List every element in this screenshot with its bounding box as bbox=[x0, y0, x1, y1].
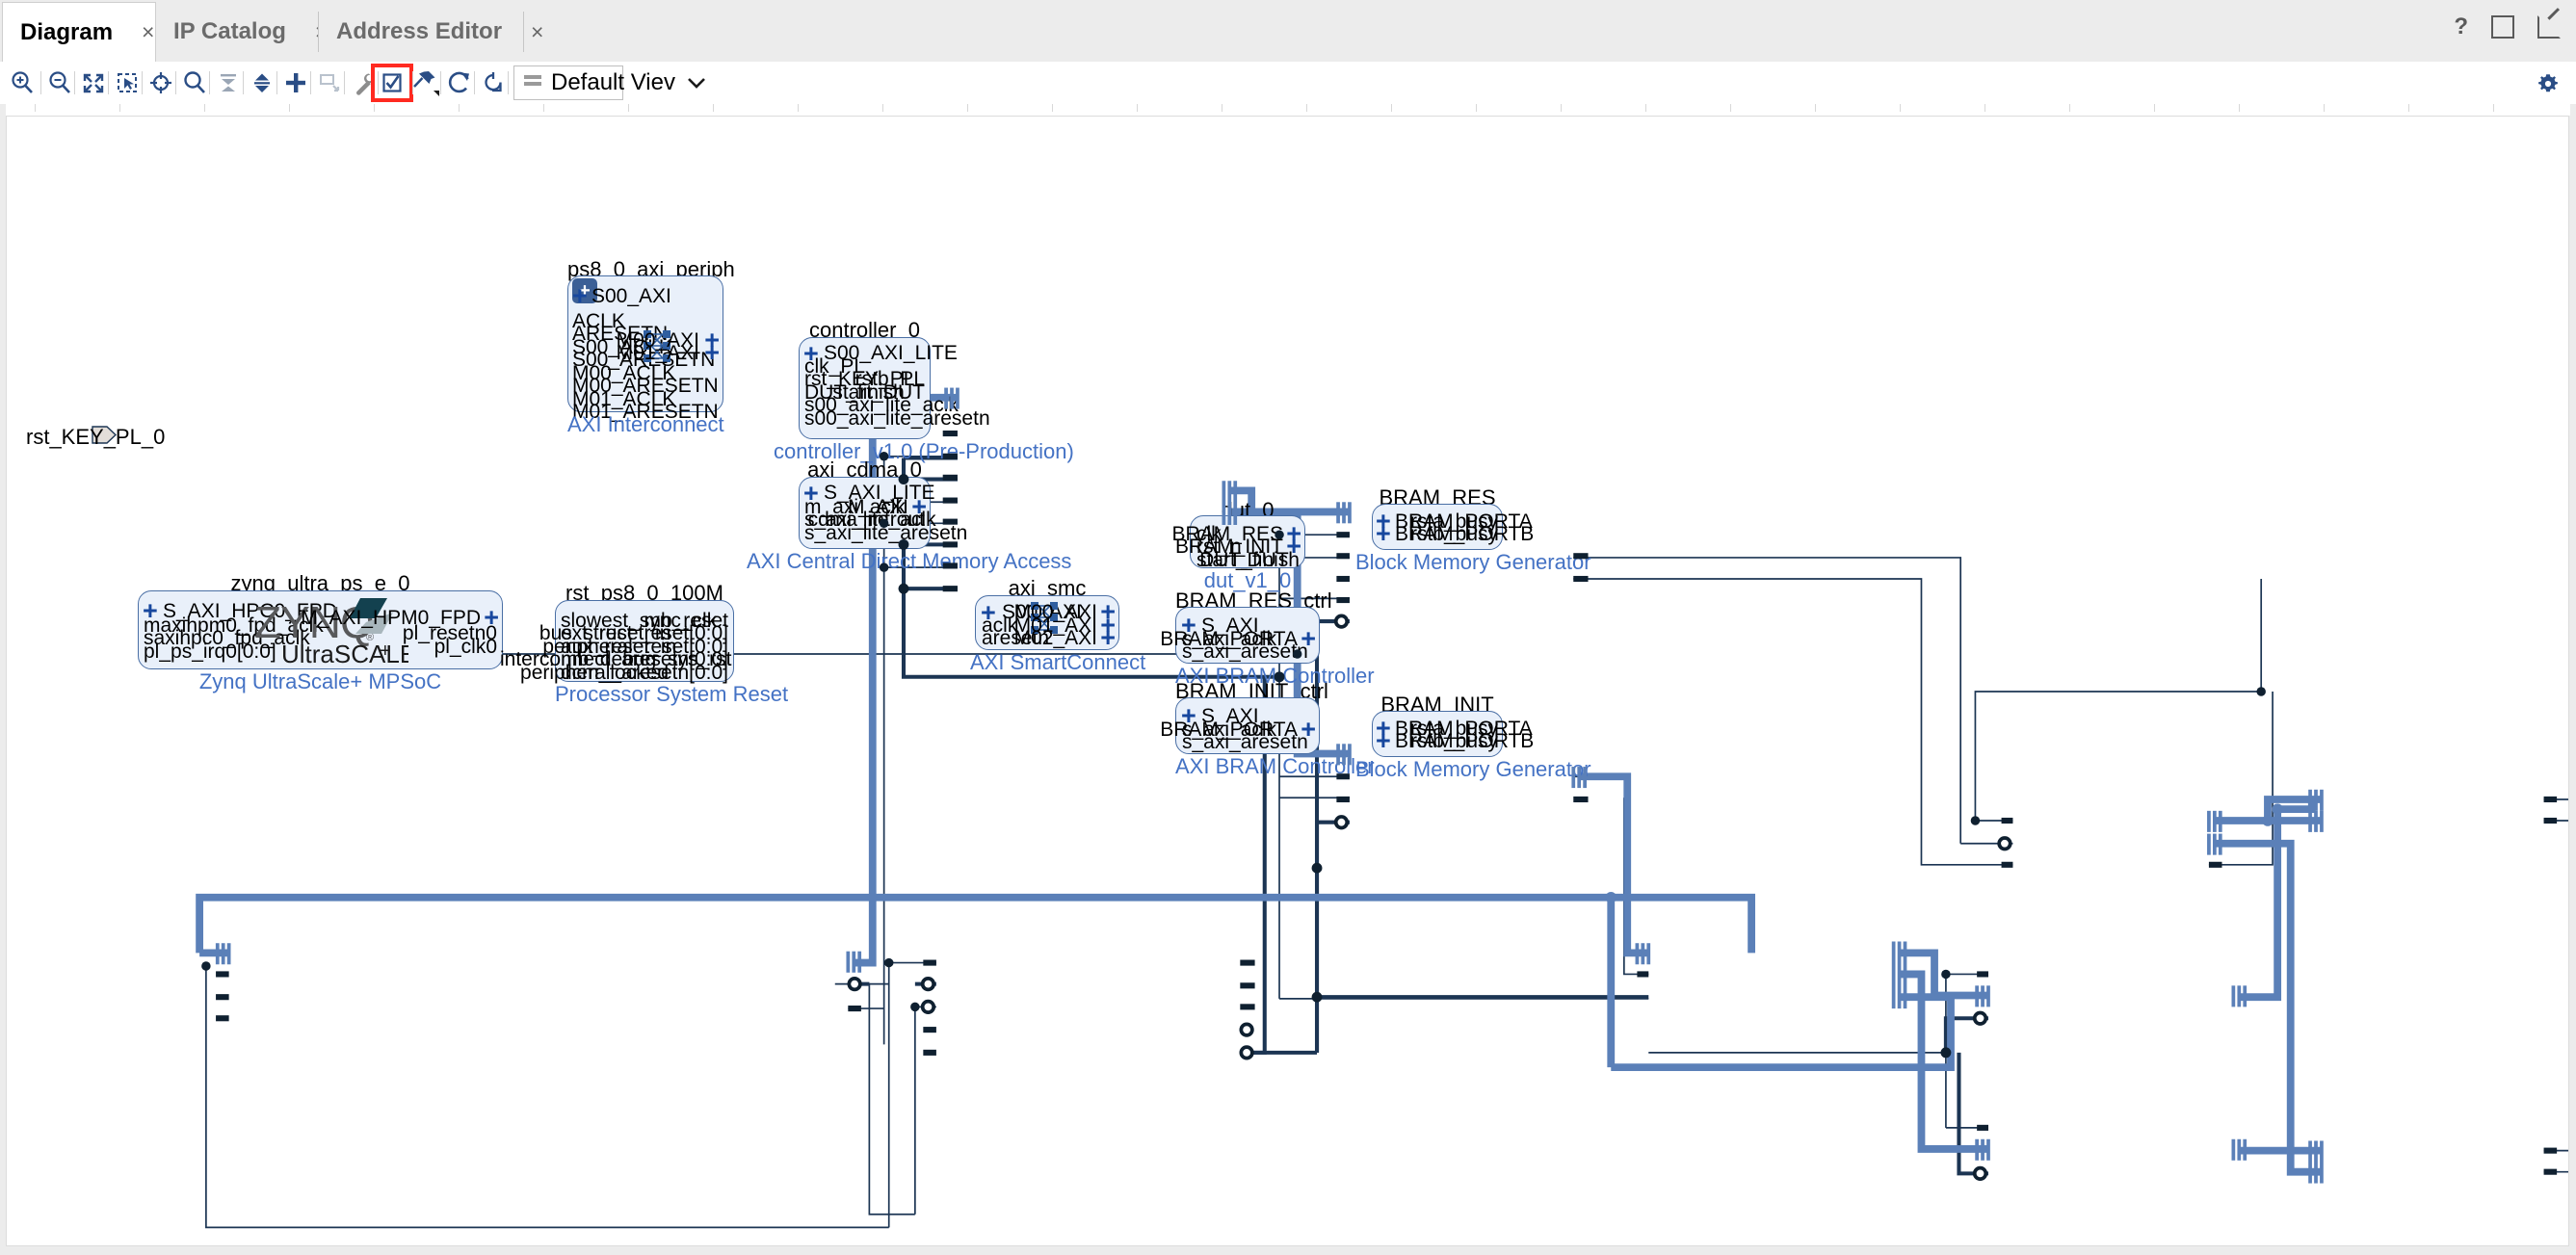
pin-rstb_busy[interactable]: rstb_busy bbox=[1410, 523, 1498, 546]
bus-plus-icon[interactable]: + bbox=[1376, 521, 1391, 547]
pin-S00_AXI[interactable]: S00_AXI bbox=[591, 285, 671, 308]
zoom-area-icon[interactable] bbox=[109, 65, 145, 100]
toolbar-separator bbox=[508, 71, 509, 94]
layers-icon bbox=[524, 73, 541, 93]
block-footer-BRAM_RES: Block Memory Generator bbox=[1355, 550, 1591, 574]
block-ps8_0_axi_periph[interactable]: + + S00_AXI ACLK ARESETN S00_ACLK S00_AR… bbox=[567, 275, 723, 423]
bus-plus-icon[interactable]: + bbox=[704, 340, 720, 366]
block-rst_ps8_0_100M[interactable]: slowest_sync_clk ext_reset_in aux_reset_… bbox=[500, 600, 734, 684]
block-footer-axi_cdma_0: AXI Central Direct Memory Access bbox=[747, 549, 1072, 573]
validate-design-icon[interactable] bbox=[374, 65, 410, 100]
pin-icon[interactable] bbox=[407, 65, 444, 100]
chevron-down-icon bbox=[687, 72, 706, 94]
locate-icon[interactable] bbox=[143, 65, 179, 100]
tab-divider bbox=[523, 12, 524, 52]
external-port-label: rst_KEY_PL_0 bbox=[26, 425, 166, 449]
vivado-block-design-window: Diagram × IP Catalog × Address Editor × … bbox=[0, 0, 2576, 1255]
pin-M02_AXI[interactable]: M02_AXI bbox=[1014, 627, 1097, 650]
block-axi_smc[interactable]: + S00_AXI aclk aresetn M00_AXI + M01_AXI bbox=[975, 595, 1119, 651]
canvas-wrapper: rst_KEY_PL_0 ps8_0_axi_periph + + S00_AX… bbox=[0, 104, 2576, 1255]
block-BRAM_RES_ctrl[interactable]: + S_AXI s_axi_aclk s_axi_aresetn BRAM_PO… bbox=[1160, 607, 1320, 664]
search-icon[interactable] bbox=[176, 65, 213, 100]
tab-close-icon[interactable]: × bbox=[523, 19, 551, 45]
diagram-toolbar: Default Viev bbox=[0, 62, 2576, 105]
block-controller_0[interactable]: + S00_AXI_LITE clk_PL rst_KEY_PL DUT_fin… bbox=[799, 337, 990, 439]
tab-label: Address Editor bbox=[336, 18, 503, 44]
diagram-canvas[interactable]: rst_KEY_PL_0 ps8_0_axi_periph + + S00_AX… bbox=[6, 116, 2569, 1246]
block-footer-rst_ps8_0_100M: Processor System Reset bbox=[555, 682, 789, 706]
block-BRAM_INIT_ctrl[interactable]: + S_AXI s_axi_aclk s_axi_aresetn BRAM_PO… bbox=[1160, 697, 1320, 754]
window-controls: ? bbox=[2454, 8, 2561, 39]
block-footer-BRAM_INIT_ctrl: AXI BRAM Controller bbox=[1175, 754, 1375, 778]
pin-cdma_introut[interactable]: cdma_introut bbox=[808, 509, 925, 532]
zoom-in-icon[interactable] bbox=[4, 65, 40, 100]
collapse-icon[interactable] bbox=[210, 65, 247, 100]
block-zynq_ultra_ps_e_0[interactable]: + S_AXI_HPC0_FPD maxihpm0_fpd_aclk saxih… bbox=[138, 590, 503, 669]
gear-icon[interactable] bbox=[2536, 71, 2561, 101]
view-selector[interactable]: Default Viev bbox=[513, 65, 705, 100]
pin-pl_clk0[interactable]: pl_clk0 bbox=[434, 636, 497, 659]
zoom-fit-icon[interactable] bbox=[75, 65, 112, 100]
expand-icon[interactable] bbox=[244, 65, 280, 100]
tab-address-editor[interactable]: Address Editor × bbox=[319, 2, 543, 62]
block-dut_0[interactable]: clk rst_n start_DUT BRAM_RES + BRAM_INIT… bbox=[1171, 515, 1305, 571]
pin-s00_axi_lite_aresetn[interactable]: s00_axi_lite_aresetn bbox=[804, 407, 990, 431]
block-footer-ps8_0_axi_periph: AXI Interconnect bbox=[567, 412, 724, 436]
optimize-routing-icon[interactable] bbox=[475, 65, 512, 100]
block-footer-BRAM_INIT: Block Memory Generator bbox=[1355, 757, 1591, 781]
regenerate-layout-icon[interactable] bbox=[441, 65, 478, 100]
block-BRAM_RES[interactable]: + BRAM_PORTA + BRAM_PORTB rsta_busy rstb… bbox=[1372, 504, 1534, 550]
bus-plus-icon[interactable]: + bbox=[572, 283, 588, 309]
svg-text:+: + bbox=[380, 641, 391, 662]
maximize-icon[interactable] bbox=[2491, 15, 2514, 39]
block-BRAM_INIT[interactable]: + BRAM_PORTA + BRAM_PORTB rsta_busy rstb… bbox=[1372, 711, 1534, 757]
pin-start_DUT[interactable]: start_DUT bbox=[832, 381, 925, 405]
tab-diagram[interactable]: Diagram × bbox=[2, 2, 156, 62]
block-footer-axi_smc: AXI SmartConnect bbox=[970, 650, 1146, 674]
bus-plus-icon[interactable]: + bbox=[1301, 626, 1316, 652]
bus-plus-icon[interactable]: + bbox=[1301, 717, 1316, 743]
float-icon[interactable] bbox=[2537, 8, 2561, 39]
view-selector-label: Default Viev bbox=[551, 69, 675, 95]
block-axi_cdma_0[interactable]: + S_AXI_LITE m_axi_aclk s_axi_lite_aclk … bbox=[799, 477, 967, 549]
bus-plus-icon[interactable]: + bbox=[1376, 728, 1391, 754]
add-ip-icon[interactable] bbox=[277, 65, 314, 100]
tab-label: IP Catalog bbox=[173, 18, 286, 44]
zoom-out-icon[interactable] bbox=[41, 65, 78, 100]
bus-plus-icon[interactable]: + bbox=[1100, 625, 1116, 651]
pin-BRAM_PORTA[interactable]: BRAM_PORTA bbox=[1160, 628, 1298, 651]
pin-M01_AXI[interactable]: M01_AXI bbox=[617, 342, 699, 365]
help-icon[interactable]: ? bbox=[2454, 15, 2468, 39]
hierarchy-icon[interactable] bbox=[311, 65, 348, 100]
tab-ip-catalog[interactable]: IP Catalog × bbox=[156, 2, 328, 62]
tab-label: Diagram bbox=[20, 18, 114, 45]
block-footer-zynq_ultra_ps_e_0: Zynq UltraScale+ MPSoC bbox=[198, 669, 442, 693]
pin-rstb_busy[interactable]: rstb_busy bbox=[1410, 730, 1498, 753]
canvas-ruler bbox=[6, 104, 2570, 116]
tab-bar: Diagram × IP Catalog × Address Editor × … bbox=[0, 0, 2576, 62]
pin-BRAM_PORTA[interactable]: BRAM_PORTA bbox=[1160, 719, 1298, 742]
